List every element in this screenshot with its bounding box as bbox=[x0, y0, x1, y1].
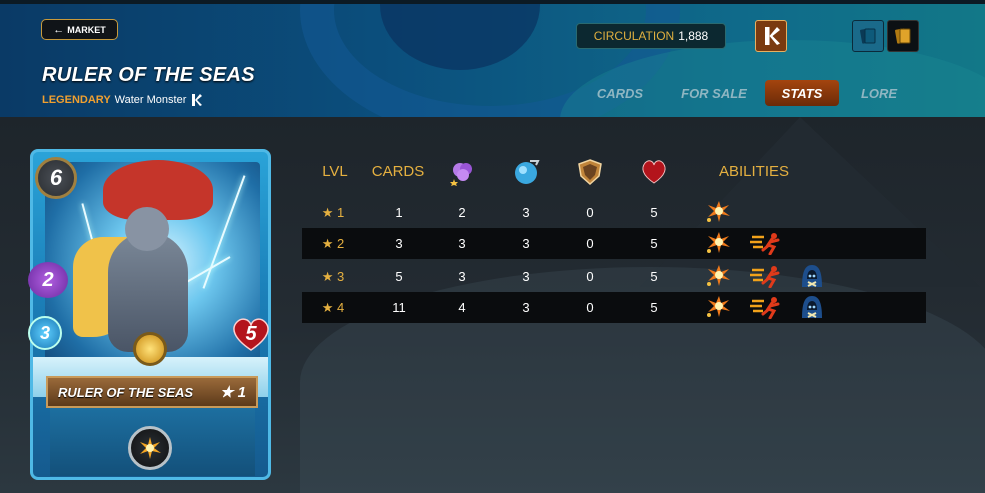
table-row: ★ 2 3 3 3 0 5 bbox=[302, 228, 926, 259]
column-header-lvl: LVL bbox=[322, 163, 348, 180]
blast-icon[interactable] bbox=[705, 264, 731, 288]
magic-icon bbox=[450, 163, 472, 186]
tab-lore[interactable]: LORE bbox=[850, 80, 908, 106]
speed-icon bbox=[515, 160, 540, 184]
circulation-value: 1,888 bbox=[678, 29, 709, 43]
banner-card-name: RULER OF THE SEAS bbox=[58, 384, 194, 400]
column-header-cards: CARDS bbox=[371, 163, 425, 180]
swiftness-icon[interactable] bbox=[750, 264, 784, 288]
page-title: RULER OF THE SEAS bbox=[42, 64, 255, 86]
magic-cell: 3 bbox=[458, 269, 466, 284]
top-strip bbox=[0, 0, 985, 4]
armor-cell: 0 bbox=[586, 205, 594, 220]
gold-cards-icon bbox=[895, 28, 911, 44]
card-name-banner: RULER OF THE SEAS ★ 1 bbox=[46, 376, 258, 408]
health-cell: 5 bbox=[650, 236, 658, 251]
blast-icon bbox=[140, 437, 161, 459]
edition-button[interactable] bbox=[755, 20, 787, 52]
card-subtitle: LEGENDARY Water Monster bbox=[42, 93, 203, 107]
magic-cell: 3 bbox=[458, 236, 466, 251]
armor-cell: 0 bbox=[586, 236, 594, 251]
hooded-skull-icon[interactable] bbox=[799, 264, 825, 288]
market-label: MARKET bbox=[67, 24, 106, 35]
page: ← MARKET RULER OF THE SEAS LEGENDARY Wat… bbox=[0, 0, 985, 493]
speed-cell: 3 bbox=[522, 269, 530, 284]
hooded-skull-icon[interactable] bbox=[799, 295, 825, 319]
tab-for-sale[interactable]: FOR SALE bbox=[676, 80, 752, 106]
cards-cell: 11 bbox=[392, 300, 406, 315]
magic-cell: 4 bbox=[458, 300, 466, 315]
armor-icon bbox=[578, 159, 602, 186]
tab-stats[interactable]: STATS bbox=[765, 80, 839, 106]
column-header-abilities: ABILITIES bbox=[718, 163, 790, 180]
header: ← MARKET RULER OF THE SEAS LEGENDARY Wat… bbox=[0, 0, 985, 117]
magic-cell: 2 bbox=[458, 205, 466, 220]
blast-icon[interactable] bbox=[705, 295, 731, 319]
blast-icon[interactable] bbox=[705, 200, 731, 224]
level-cell: ★ 1 bbox=[321, 204, 345, 220]
magic-badge: 2 bbox=[28, 262, 68, 298]
cards-cell: 5 bbox=[395, 269, 403, 284]
health-value: 5 bbox=[245, 322, 257, 345]
health-cell: 5 bbox=[650, 205, 658, 220]
mana-badge: 6 bbox=[35, 157, 77, 199]
type-label: Water Monster bbox=[114, 94, 187, 106]
card-orb bbox=[133, 332, 167, 366]
regular-cards-button[interactable] bbox=[852, 20, 884, 52]
banner-level: ★ 1 bbox=[220, 384, 246, 401]
circulation-badge: CIRCULATION 1,888 bbox=[576, 23, 726, 49]
armor-cell: 0 bbox=[586, 300, 594, 315]
health-cell: 5 bbox=[650, 300, 658, 315]
card-ability-badge bbox=[128, 426, 172, 470]
health-cell: 5 bbox=[650, 269, 658, 284]
speed-cell: 3 bbox=[522, 236, 530, 251]
armor-cell: 0 bbox=[586, 269, 594, 284]
cards-cell: 3 bbox=[395, 236, 403, 251]
market-back-button[interactable]: ← MARKET bbox=[41, 19, 118, 40]
tab-cards[interactable]: CARDS bbox=[586, 80, 654, 106]
table-row: ★ 4 11 4 3 0 5 bbox=[302, 292, 926, 323]
edition-icon bbox=[192, 94, 203, 106]
rarity-label: LEGENDARY bbox=[42, 94, 111, 106]
swiftness-icon[interactable] bbox=[750, 231, 784, 255]
table-row: ★ 3 5 3 3 0 5 bbox=[302, 261, 926, 292]
blast-icon[interactable] bbox=[705, 231, 731, 255]
speed-badge: 3 bbox=[28, 316, 62, 350]
cards-cell: 1 bbox=[395, 205, 403, 220]
arrow-left-icon: ← bbox=[53, 23, 65, 36]
edition-icon bbox=[765, 27, 780, 45]
cards-icon bbox=[860, 28, 876, 44]
swiftness-icon[interactable] bbox=[750, 295, 784, 319]
health-icon bbox=[642, 160, 666, 184]
speed-cell: 3 bbox=[522, 205, 530, 220]
level-cell: ★ 3 bbox=[321, 268, 345, 284]
level-cell: ★ 4 bbox=[321, 299, 345, 315]
speed-cell: 3 bbox=[522, 300, 530, 315]
circulation-label: CIRCULATION bbox=[593, 29, 675, 43]
health-badge: 5 bbox=[231, 316, 271, 352]
table-row: ★ 1 1 2 3 0 5 bbox=[302, 197, 926, 228]
level-cell: ★ 2 bbox=[321, 235, 345, 251]
gold-cards-button[interactable] bbox=[887, 20, 919, 52]
hero-head bbox=[125, 207, 169, 251]
